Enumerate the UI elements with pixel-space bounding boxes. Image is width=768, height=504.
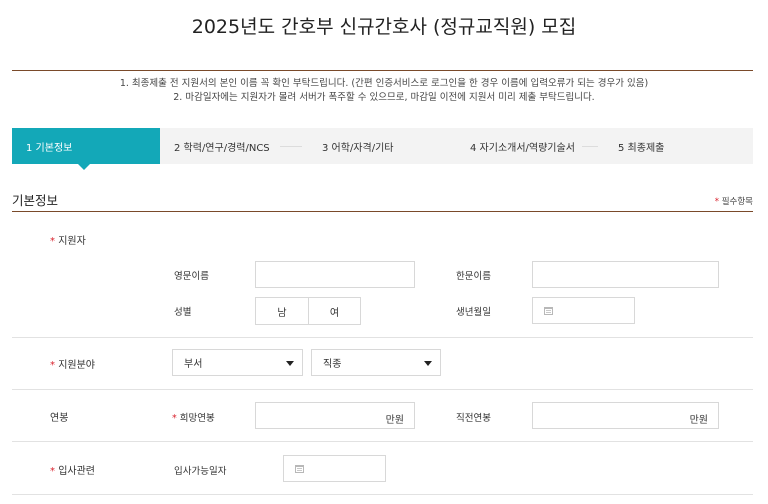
row-label-salary: 연봉 [50, 413, 69, 424]
birthdate-input[interactable] [532, 297, 635, 324]
birthdate-label: 생년월일 [456, 307, 491, 318]
desired-salary-label: * 희망연봉 [172, 413, 215, 424]
previous-salary-label: 직전연봉 [456, 413, 491, 424]
step-tab-4[interactable]: 4 자기소개서/역량기술서 [456, 128, 604, 164]
step-connector [280, 146, 302, 147]
english-name-input[interactable] [255, 261, 415, 288]
row-divider [12, 389, 753, 390]
step-tab-1[interactable]: 1 기본정보 [12, 128, 160, 170]
step-tabs: 1 기본정보 2 학력/연구/경력/NCS 3 어학/자격/기타 4 자기소개서… [12, 128, 753, 170]
row-divider [12, 441, 753, 442]
notice-1: 1. 최종제출 전 지원서의 본인 이름 꼭 확인 부탁드립니다. (간편 인증… [119, 78, 649, 89]
required-star: * [714, 197, 720, 207]
required-note: * 필수항목 [714, 197, 753, 207]
row-label-applicant: * 지원자 [50, 236, 86, 247]
english-name-label: 영문이름 [174, 271, 209, 282]
gender-toggle: 남 여 [255, 297, 361, 325]
previous-salary-input[interactable]: 만원 [532, 402, 719, 429]
gender-label: 성별 [174, 307, 192, 318]
chinese-name-input[interactable] [532, 261, 719, 288]
start-date-label: 입사가능일자 [174, 466, 227, 477]
previous-salary-unit: 만원 [689, 415, 708, 426]
row-divider [12, 337, 753, 338]
job-select[interactable]: 직종 [311, 349, 441, 376]
gender-male-option[interactable]: 남 [256, 298, 308, 324]
calendar-icon [295, 465, 304, 473]
step-tab-2[interactable]: 2 학력/연구/경력/NCS [160, 128, 308, 164]
desired-salary-input[interactable]: 만원 [255, 402, 415, 429]
chinese-name-label: 한문이름 [456, 271, 491, 282]
title-divider [12, 70, 753, 71]
step-connector [582, 146, 598, 147]
row-label-hire: * 입사관련 [50, 466, 95, 477]
chevron-down-icon [424, 361, 432, 366]
row-label-field: * 지원분야 [50, 360, 95, 371]
step-tab-5[interactable]: 5 최종제출 [604, 128, 753, 164]
start-date-input[interactable] [283, 455, 386, 482]
page-title: 2025년도 간호부 신규간호사 (정규교직원) 모집 [191, 16, 577, 38]
notice-2: 2. 마감일자에는 지원자가 몰려 서버가 폭주할 수 있으므로, 마감일 이전… [173, 92, 595, 103]
section-divider [12, 211, 753, 212]
row-divider [12, 494, 753, 495]
desired-salary-unit: 만원 [385, 415, 404, 426]
chevron-down-icon [286, 361, 294, 366]
gender-female-option[interactable]: 여 [308, 298, 360, 324]
section-title: 기본정보 [12, 193, 59, 208]
step-tab-3[interactable]: 3 어학/자격/기타 [308, 128, 456, 164]
department-select[interactable]: 부서 [172, 349, 303, 376]
notices: 1. 최종제출 전 지원서의 본인 이름 꼭 확인 부탁드립니다. (간편 인증… [0, 77, 768, 105]
calendar-icon [544, 307, 553, 315]
